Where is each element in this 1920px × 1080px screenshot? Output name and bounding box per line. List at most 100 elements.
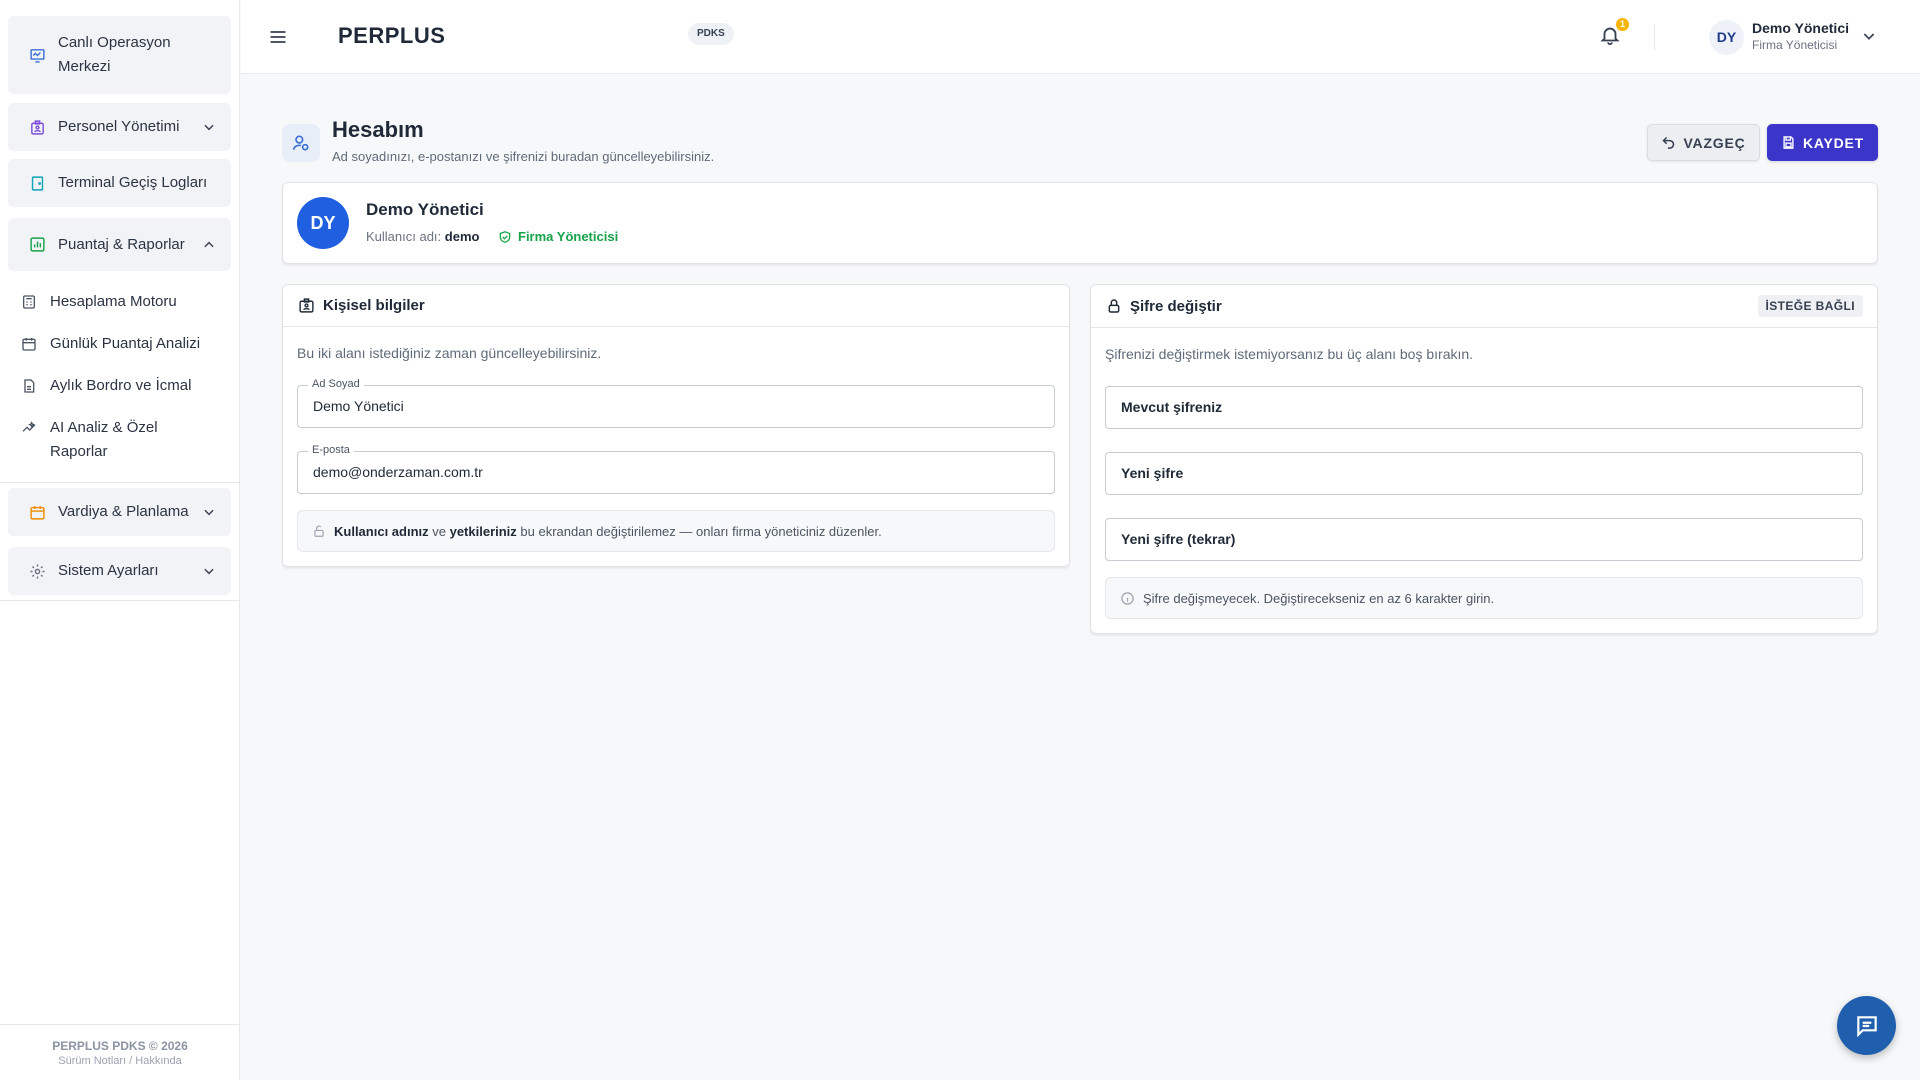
sidebar-item-label: Personel Yönetimi [58, 118, 180, 135]
permissions-note: Kullanıcı adınız ve yetkileriniz bu ekra… [297, 510, 1055, 552]
repeat-password-field[interactable]: Yeni şifre (tekrar) [1105, 518, 1863, 561]
sidebar-subitem-monthly-payroll[interactable]: Aylık Bordro ve İcmal [20, 374, 230, 398]
document-icon [20, 377, 38, 395]
user-role: Firma Yöneticisi [1752, 38, 1838, 52]
sidebar-item-personnel[interactable]: Personel Yönetimi [8, 103, 231, 151]
password-header: Şifre değiştir İSTEĞE BAĞLI [1091, 285, 1877, 328]
note-bold-username: Kullanıcı adınız [334, 523, 429, 539]
calendar-edit-icon [28, 503, 46, 521]
field-label: Ad Soyad [308, 378, 364, 390]
product-badge: PDKS [688, 23, 734, 45]
fullname-input[interactable] [313, 398, 994, 414]
door-icon [28, 174, 46, 192]
lock-icon [1108, 299, 1120, 313]
sidebar-item-live-operations[interactable]: Canlı Operasyon Merkezi [8, 16, 231, 94]
chat-icon [1856, 1015, 1877, 1037]
sidebar-item-label: Terminal Geçiş Logları [58, 174, 208, 191]
email-input[interactable] [313, 464, 994, 480]
note-bold-permissions: yetkileriniz [449, 523, 517, 539]
sidebar-item-label: Sistem Ayarları [58, 562, 159, 579]
cancel-button-label: VAZGEÇ [1683, 134, 1746, 151]
chevron-down-icon[interactable] [1861, 28, 1879, 46]
fullname-field[interactable]: Ad Soyad [297, 378, 1055, 428]
chevron-down-icon [201, 119, 217, 135]
repeat-password-input[interactable]: Yeni şifre (tekrar) [1121, 531, 1235, 547]
profile-role: Firma Yöneticisi [498, 229, 618, 244]
profile-name: Demo Yönetici [366, 200, 484, 219]
user-settings-icon [282, 124, 320, 162]
profile-username-line: Kullanıcı adı: demo [366, 229, 479, 244]
personal-info-card: Kişisel bilgiler Bu iki alanı istediğini… [282, 284, 1070, 567]
copyright-text: PERPLUS PDKS © 2026 [52, 1039, 188, 1053]
field-label: E-posta [308, 444, 354, 456]
undo-icon [1662, 136, 1675, 149]
section-title: Şifre değiştir [1130, 297, 1222, 315]
brand-logo: PERPLUS [338, 23, 446, 48]
sidebar-subitem-calculation-engine[interactable]: Hesaplama Motoru [20, 290, 230, 314]
user-name: Demo Yönetici [1752, 20, 1849, 36]
profile-card: DY Demo Yönetici Kullanıcı adı: demo Fir… [282, 182, 1878, 264]
sidebar-subitem-label: Hesaplama Motoru [50, 293, 177, 310]
section-description: Bu iki alanı istediğiniz zaman güncelley… [297, 345, 602, 361]
current-password-field[interactable]: Mevcut şifreniz [1105, 386, 1863, 429]
sidebar-subitem-label: AI Analiz & Özel Raporlar [50, 419, 158, 460]
role-label: Firma Yöneticisi [518, 229, 619, 244]
sidebar-item-terminal-logs[interactable]: Terminal Geçiş Logları [8, 159, 231, 207]
sidebar-item-label: Canlı Operasyon Merkezi [58, 34, 171, 75]
current-password-input[interactable]: Mevcut şifreniz [1121, 399, 1222, 415]
top-bar: PERPLUS PDKS 1 DY Demo Yönetici Firma Yö… [241, 0, 1920, 74]
monitor-icon [28, 46, 46, 64]
release-notes-link[interactable]: Sürüm Notları / Hakkında [0, 1055, 240, 1067]
sidebar-subitem-daily-analysis[interactable]: Günlük Puantaj Analizi [20, 332, 230, 356]
sidebar-subitem-label: Günlük Puantaj Analizi [50, 335, 201, 352]
bar-chart-icon [28, 236, 46, 254]
sidebar-divider [0, 600, 240, 601]
calculator-icon [20, 293, 38, 311]
save-button[interactable]: KAYDET [1767, 124, 1878, 161]
sidebar-item-label: Vardiya & Planlama [58, 503, 189, 520]
id-badge-icon [28, 118, 46, 136]
hamburger-menu-icon[interactable] [268, 27, 288, 47]
email-field[interactable]: E-posta [297, 444, 1055, 494]
sidebar-subitem-label: Aylık Bordro ve İcmal [50, 377, 192, 394]
sidebar-item-system-settings[interactable]: Sistem Ayarları [8, 547, 231, 595]
lock-open-icon [314, 525, 324, 537]
gear-icon [28, 562, 46, 580]
chevron-down-icon [201, 563, 217, 579]
sidebar-item-label: Puantaj & Raporlar [58, 235, 185, 253]
save-icon [1783, 136, 1794, 149]
username-value: demo [444, 229, 480, 244]
personal-info-header: Kişisel bilgiler [283, 285, 1069, 327]
notification-count-badge: 1 [1616, 18, 1629, 31]
trend-icon [20, 419, 38, 437]
sidebar-divider [0, 482, 240, 483]
sidebar-subitem-ai-reports[interactable]: AI Analiz & Özel Raporlar [20, 416, 200, 464]
info-icon [1121, 591, 1134, 605]
id-badge-icon [299, 298, 314, 313]
username-label: Kullanıcı adı: [366, 229, 442, 244]
page-subtitle: Ad soyadınızı, e-postanızı ve şifrenizi … [332, 149, 715, 164]
sidebar-item-reports[interactable]: Puantaj & Raporlar [8, 218, 231, 271]
optional-badge: İSTEĞE BAĞLI [1757, 295, 1863, 317]
profile-avatar: DY [297, 197, 349, 249]
new-password-field[interactable]: Yeni şifre [1105, 452, 1863, 495]
shield-check-icon [499, 230, 511, 243]
page-title: Hesabım [332, 117, 424, 142]
cancel-button[interactable]: VAZGEÇ [1647, 124, 1760, 161]
topbar-separator [1654, 24, 1655, 50]
section-description: Şifrenizi değiştirmek istemiyorsanız bu … [1105, 346, 1474, 362]
chat-button[interactable] [1837, 996, 1896, 1055]
save-button-label: KAYDET [1802, 134, 1865, 151]
password-card: Şifre değiştir İSTEĞE BAĞLI Şifrenizi de… [1090, 284, 1878, 634]
note-text: ve [428, 523, 450, 539]
user-avatar[interactable]: DY [1709, 20, 1744, 55]
note-text: bu ekrandan değiştirilemez — onları firm… [516, 523, 882, 539]
new-password-input[interactable]: Yeni şifre [1121, 465, 1183, 481]
password-info-text: Şifre değişmeyecek. Değiştirecekseniz en… [1143, 590, 1495, 606]
sidebar-item-shifts[interactable]: Vardiya & Planlama [8, 488, 231, 536]
sidebar-footer: PERPLUS PDKS © 2026 Sürüm Notları / Hakk… [0, 1024, 240, 1080]
chevron-up-icon [201, 237, 217, 253]
section-title: Kişisel bilgiler [323, 297, 425, 314]
chevron-down-icon [201, 504, 217, 520]
sidebar: Canlı Operasyon Merkezi Personel Yönetim… [0, 0, 240, 1080]
